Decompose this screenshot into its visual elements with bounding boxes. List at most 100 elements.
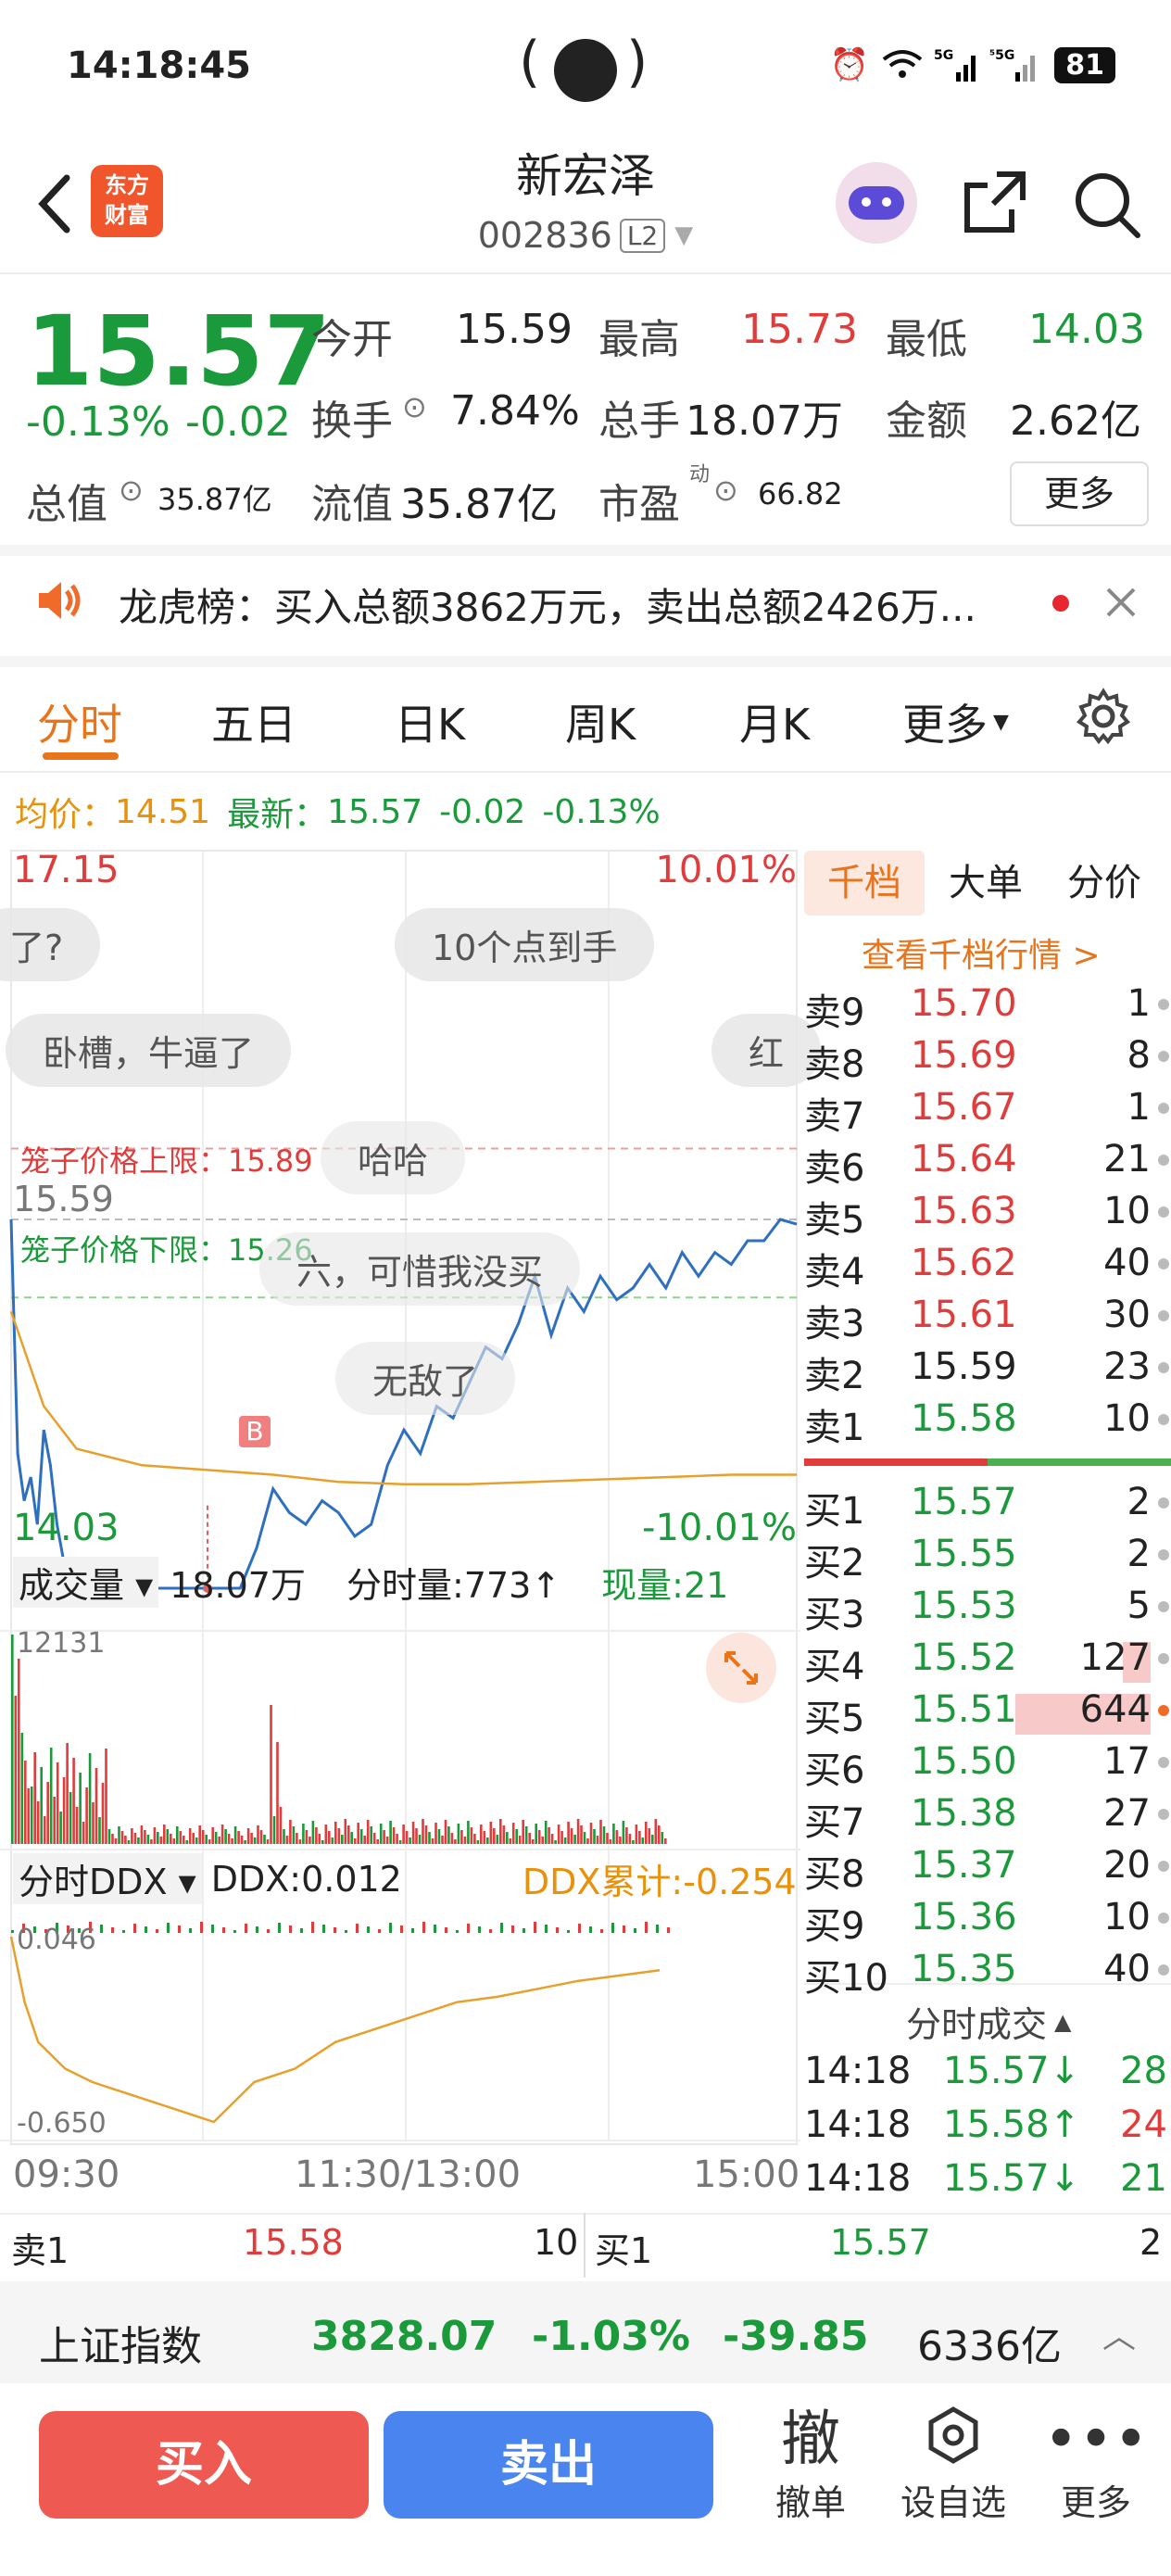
ask-row[interactable]: 卖8 15.69 8	[804, 1034, 1171, 1086]
settings-gear-icon[interactable]	[1075, 688, 1132, 745]
comment-bubble[interactable]: 六，可惜我没买	[259, 1232, 581, 1306]
tab-qiandang[interactable]: 千档	[804, 851, 925, 915]
tab-intraday[interactable]: 分时	[37, 691, 122, 752]
share-icon[interactable]	[960, 167, 1030, 237]
bid-row[interactable]: 买9 15.36 10	[804, 1896, 1171, 1948]
comment-bubble[interactable]: 10个点到手	[395, 908, 655, 981]
volume-bar	[259, 1830, 263, 1844]
info-icon[interactable]: ⊙	[713, 473, 738, 508]
bottom-pct-label: -10.01%	[642, 1507, 797, 1549]
ddx-bar	[600, 1929, 603, 1933]
active-tab-indicator	[43, 752, 119, 760]
ddx-selector[interactable]: 分时DDX ▾	[13, 1853, 202, 1904]
bid-row[interactable]: 买7 15.38 27	[804, 1792, 1171, 1844]
volume-bar	[363, 1836, 366, 1844]
comment-bubble[interactable]: 哈哈	[321, 1121, 466, 1194]
bid-price: 15.38	[911, 1792, 1017, 1835]
tab-monthly-k[interactable]: 月K	[739, 691, 810, 752]
high-value: 15.73	[741, 306, 858, 353]
add-watchlist-button[interactable]: 设自选	[893, 2406, 1014, 2525]
assistant-robot-icon[interactable]	[836, 162, 917, 244]
ask-row[interactable]: 卖1 15.58 10	[804, 1397, 1171, 1449]
bid-row[interactable]: 买1 15.57 2	[804, 1481, 1171, 1533]
close-icon[interactable]	[1102, 584, 1140, 621]
volume-bar	[431, 1838, 434, 1844]
ticker-buy-qty: 2	[1140, 2222, 1163, 2263]
dragon-tiger-notice[interactable]: 龙虎榜：买入总额3862万元，卖出总额2426万...	[119, 576, 1036, 633]
volume-bar	[586, 1838, 589, 1844]
tab-five-day[interactable]: 五日	[211, 691, 296, 752]
volume-selector[interactable]: 成交量 ▾	[13, 1557, 159, 1608]
ddx-bar	[322, 1925, 325, 1933]
ask-level-label: 卖3	[804, 1303, 865, 1345]
comment-bubble[interactable]: 无敌了	[335, 1342, 516, 1415]
volume-bar	[557, 1825, 560, 1844]
intraday-chart[interactable]: 17.15 10.01% 15.59 笼子价格上限：15.89 笼子价格下限：1…	[0, 843, 822, 2215]
volume-bar	[285, 1836, 289, 1844]
volume-bar	[622, 1821, 625, 1844]
comment-bubble[interactable]: 卧槽，牛逼了	[6, 1014, 292, 1087]
volume-bar	[506, 1832, 509, 1844]
index-bar[interactable]: 上证指数 3828.07 -1.03% -39.85 6336亿 ︿	[0, 2281, 1171, 2383]
more-button[interactable]: 更多	[1010, 461, 1149, 526]
bid-row[interactable]: 买3 15.53 5	[804, 1585, 1171, 1636]
ask-row[interactable]: 卖7 15.67 1	[804, 1086, 1171, 1138]
volume-bar	[292, 1826, 296, 1844]
volume-bar	[53, 1797, 56, 1844]
order-dot-icon	[1158, 1051, 1169, 1062]
tab-big-orders[interactable]: 大单	[949, 851, 1023, 915]
comment-bubble[interactable]: 了?	[0, 908, 101, 981]
ask-row[interactable]: 卖3 15.61 30	[804, 1294, 1171, 1345]
volume-bar	[567, 1822, 570, 1844]
bid-row[interactable]: 买5 15.51 644	[804, 1688, 1171, 1740]
ask-row[interactable]: 卖9 15.70 1	[804, 982, 1171, 1034]
bid-row[interactable]: 买2 15.55 2	[804, 1533, 1171, 1585]
bid-row[interactable]: 买4 15.52 127	[804, 1636, 1171, 1688]
tab-daily-k[interactable]: 日K	[395, 691, 465, 752]
ask-qty: 23	[1103, 1345, 1151, 1388]
bid-row[interactable]: 买6 15.50 17	[804, 1740, 1171, 1792]
watchlist-icon	[893, 2406, 1014, 2474]
bid-qty: 127	[1079, 1636, 1151, 1679]
divider	[0, 2213, 1171, 2215]
high-label: 最高	[598, 316, 680, 363]
tick-volume: 分时量:773↑	[346, 1565, 561, 1606]
tab-weekly-k[interactable]: 周K	[565, 691, 636, 752]
ddx-bar	[445, 1927, 447, 1933]
bid-row[interactable]: 买10 15.35 40	[804, 1948, 1171, 2000]
tab-price-dist[interactable]: 分价	[1067, 851, 1141, 915]
volume-bar	[389, 1821, 392, 1844]
buy-button[interactable]: 买入	[39, 2411, 369, 2519]
order-dot-icon	[1158, 1964, 1169, 1976]
volume-bar	[554, 1840, 557, 1844]
info-icon[interactable]: ⊙	[402, 389, 427, 424]
ask-row[interactable]: 卖2 15.59 23	[804, 1345, 1171, 1397]
volume-bar	[583, 1832, 586, 1844]
info-icon[interactable]: ⊙	[119, 473, 144, 508]
ddx-value: DDX:0.012	[210, 1858, 402, 1900]
volume-bar	[411, 1822, 415, 1844]
volume-bar	[176, 1826, 179, 1844]
volume-bar	[195, 1837, 198, 1844]
expand-icon[interactable]	[706, 1633, 776, 1703]
volume-bar	[296, 1833, 298, 1844]
bid-row[interactable]: 买8 15.37 20	[804, 1844, 1171, 1896]
tab-more[interactable]: 更多 ▼	[902, 691, 1009, 752]
ddx-bar	[478, 1926, 481, 1933]
more-actions-button[interactable]: ••• 更多	[1036, 2406, 1156, 2525]
buy-marker[interactable]: B	[239, 1416, 271, 1447]
ticks-header[interactable]: 分时成交 ▲	[906, 1996, 1071, 2047]
volume-bar	[515, 1829, 518, 1844]
search-icon[interactable]	[1069, 167, 1143, 241]
order-dot-icon	[1158, 1155, 1169, 1166]
chevron-up-icon[interactable]: ︿	[1102, 2309, 1136, 2357]
order-dot-icon	[1158, 1653, 1169, 1664]
view-qiandang-link[interactable]: 查看千档行情 >	[862, 928, 1101, 977]
sell-button[interactable]: 卖出	[384, 2411, 713, 2519]
ask-row[interactable]: 卖5 15.63 10	[804, 1190, 1171, 1242]
ddx-bar	[378, 1929, 381, 1933]
ask-row[interactable]: 卖6 15.64 21	[804, 1138, 1171, 1190]
ask-row[interactable]: 卖4 15.62 40	[804, 1242, 1171, 1294]
volume-bar	[27, 1788, 30, 1844]
cancel-order-button[interactable]: 撤 撤单	[750, 2406, 871, 2525]
